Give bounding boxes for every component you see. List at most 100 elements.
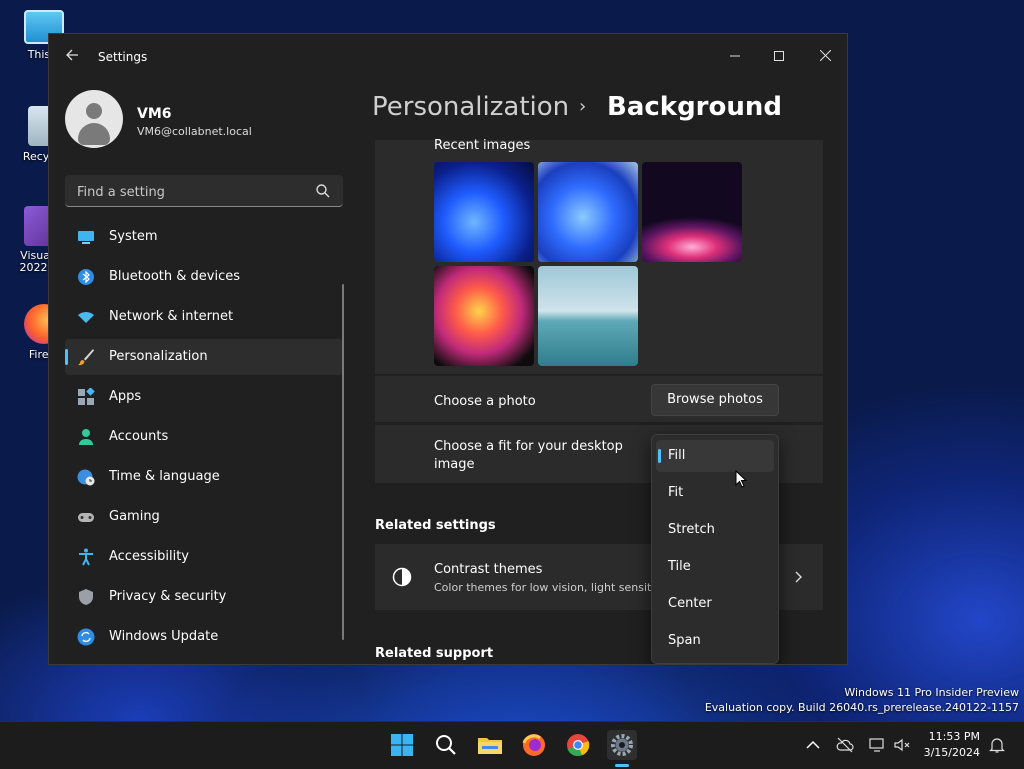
clock-time[interactable]: 11:53 PM bbox=[928, 730, 980, 743]
window-title: Settings bbox=[98, 50, 148, 64]
recent-image-3[interactable] bbox=[642, 162, 742, 262]
contrast-themes-subtitle: Color themes for low vision, light sensi… bbox=[434, 581, 652, 594]
settings-icon bbox=[611, 734, 633, 756]
recent-image-2[interactable] bbox=[538, 162, 638, 262]
sidebar-item-label: System bbox=[109, 229, 158, 244]
sidebar-item-label: Windows Update bbox=[109, 629, 219, 644]
back-button[interactable] bbox=[63, 48, 81, 66]
search-icon bbox=[436, 735, 456, 755]
wifi-icon bbox=[78, 312, 94, 323]
breadcrumb-separator: › bbox=[579, 96, 587, 117]
recent-image-1[interactable] bbox=[434, 162, 534, 262]
start-button[interactable] bbox=[387, 730, 417, 760]
sidebar-item-label: Accounts bbox=[109, 429, 169, 444]
settings-taskbar-button[interactable] bbox=[607, 730, 637, 760]
related-settings-title: Related settings bbox=[375, 518, 496, 533]
search-box[interactable] bbox=[65, 175, 343, 207]
taskbar-search-button[interactable] bbox=[431, 730, 461, 760]
choose-photo-label: Choose a photo bbox=[434, 394, 536, 409]
firefox-icon bbox=[522, 734, 545, 756]
sidebar-item-privacy[interactable]: Privacy & security bbox=[65, 579, 343, 615]
search-icon[interactable] bbox=[315, 183, 331, 199]
close-button[interactable] bbox=[805, 42, 845, 72]
avatar-head bbox=[86, 103, 102, 119]
fit-option-center[interactable]: Center bbox=[656, 588, 774, 620]
mouse-cursor-icon bbox=[735, 470, 747, 488]
sidebar-item-label: Bluetooth & devices bbox=[109, 269, 240, 284]
globe-clock-icon bbox=[77, 469, 95, 486]
fit-option-stretch[interactable]: Stretch bbox=[656, 514, 774, 546]
contrast-themes-title: Contrast themes bbox=[434, 562, 543, 577]
taskbar: 11:53 PM 3/15/2024 bbox=[0, 721, 1024, 769]
chrome-icon bbox=[567, 734, 590, 757]
sidebar-item-accounts[interactable]: Accounts bbox=[65, 419, 343, 455]
browse-photos-button[interactable]: Browse photos bbox=[651, 384, 779, 416]
choose-fit-label: Choose a fit for your desktop bbox=[434, 439, 623, 454]
watermark-line-2: Evaluation copy. Build 26040.rs_prerelea… bbox=[704, 701, 1019, 714]
fit-option-fill[interactable]: Fill bbox=[656, 440, 774, 472]
settings-window: Settings VM6 VM6@collabnet.local System … bbox=[48, 33, 848, 665]
sidebar-item-windows-update[interactable]: Windows Update bbox=[65, 619, 343, 655]
file-explorer-icon bbox=[478, 738, 502, 754]
active-app-indicator bbox=[615, 764, 629, 767]
title-bar[interactable]: Settings bbox=[49, 34, 847, 80]
close-icon bbox=[819, 49, 831, 62]
arrow-left-icon bbox=[66, 49, 78, 61]
accessibility-icon bbox=[79, 548, 93, 566]
sidebar-item-accessibility[interactable]: Accessibility bbox=[65, 539, 343, 575]
recent-image-4[interactable] bbox=[434, 266, 534, 366]
person-icon bbox=[79, 429, 93, 445]
sidebar-item-label: Personalization bbox=[109, 349, 208, 364]
sidebar-item-time-language[interactable]: Time & language bbox=[65, 459, 343, 495]
browse-photos-label: Browse photos bbox=[667, 392, 763, 407]
start-icon bbox=[391, 734, 413, 756]
recent-image-5[interactable] bbox=[538, 266, 638, 366]
sidebar-nav: System Bluetooth & devices Network & int… bbox=[65, 219, 343, 659]
apps-icon bbox=[78, 388, 95, 405]
minimize-button[interactable] bbox=[715, 42, 755, 72]
maximize-button[interactable] bbox=[759, 42, 799, 72]
fit-option-tile[interactable]: Tile bbox=[656, 551, 774, 583]
gamepad-icon bbox=[78, 513, 94, 522]
bluetooth-icon bbox=[78, 269, 94, 285]
recent-images-label: Recent images bbox=[434, 138, 531, 153]
sidebar-item-apps[interactable]: Apps bbox=[65, 379, 343, 415]
minimize-icon bbox=[730, 55, 740, 57]
notification-bell-icon[interactable] bbox=[988, 736, 1006, 754]
search-input[interactable] bbox=[75, 181, 309, 203]
avatar-body bbox=[78, 123, 110, 145]
chrome-button[interactable] bbox=[563, 730, 593, 760]
network-icon[interactable] bbox=[868, 736, 886, 754]
contrast-icon bbox=[392, 567, 412, 587]
shield-icon bbox=[79, 589, 93, 605]
monitor-icon bbox=[78, 231, 94, 244]
sidebar-item-label: Privacy & security bbox=[109, 589, 227, 604]
sidebar-item-gaming[interactable]: Gaming bbox=[65, 499, 343, 535]
sidebar-item-label: Network & internet bbox=[109, 309, 234, 324]
breadcrumb-parent[interactable]: Personalization bbox=[372, 92, 569, 122]
user-email: VM6@collabnet.local bbox=[137, 125, 252, 138]
sidebar-item-label: Time & language bbox=[109, 469, 220, 484]
sidebar-item-bluetooth[interactable]: Bluetooth & devices bbox=[65, 259, 343, 295]
chevron-up-icon[interactable] bbox=[804, 736, 822, 754]
fit-option-span[interactable]: Span bbox=[656, 625, 774, 657]
file-explorer-button[interactable] bbox=[475, 730, 505, 760]
sidebar-scrollbar[interactable] bbox=[342, 284, 344, 640]
sidebar-item-system[interactable]: System bbox=[65, 219, 343, 255]
onedrive-icon[interactable] bbox=[836, 736, 854, 754]
volume-muted-icon[interactable] bbox=[893, 736, 911, 754]
brush-icon bbox=[78, 349, 94, 366]
avatar[interactable] bbox=[65, 90, 123, 148]
clock-date[interactable]: 3/15/2024 bbox=[922, 746, 980, 759]
fit-option-fit[interactable]: Fit bbox=[656, 477, 774, 509]
sidebar-item-network[interactable]: Network & internet bbox=[65, 299, 343, 335]
watermark-line-1: Windows 11 Pro Insider Preview bbox=[844, 686, 1019, 699]
sidebar-item-personalization[interactable]: Personalization bbox=[65, 339, 343, 375]
sidebar-item-label: Apps bbox=[109, 389, 142, 404]
firefox-button[interactable] bbox=[519, 730, 549, 760]
fit-dropdown-menu[interactable]: Fill Fit Stretch Tile Center Span bbox=[651, 434, 779, 664]
sidebar-item-label: Gaming bbox=[109, 509, 160, 524]
sidebar-item-label: Accessibility bbox=[109, 549, 189, 564]
maximize-icon bbox=[774, 51, 784, 61]
sync-icon bbox=[77, 628, 95, 646]
